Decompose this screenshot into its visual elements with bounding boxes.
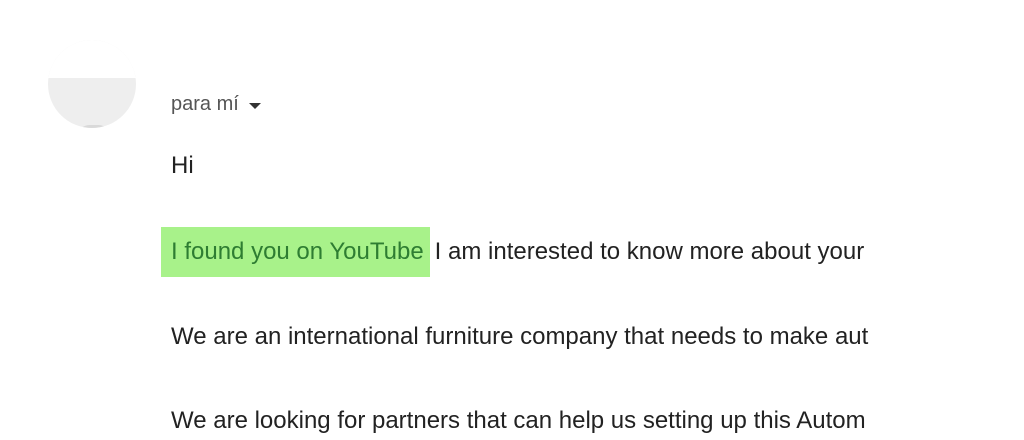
message-line-1: I found you on YouTube I am interested to… (161, 227, 865, 277)
highlighted-text: I found you on YouTube (161, 227, 430, 277)
recipient-details-toggle[interactable]: para mí (171, 90, 261, 118)
sender-avatar[interactable] (48, 40, 136, 128)
message-greeting: Hi (171, 152, 194, 179)
email-view: para mí Hi I found you on YouTube I am in… (0, 0, 1024, 440)
chevron-down-icon[interactable] (248, 102, 261, 109)
avatar-mask (48, 40, 136, 78)
message-line-1-rest: I am interested to know more about your (434, 238, 865, 265)
message-line-3: We are looking for partners that can hel… (171, 407, 866, 434)
avatar-silhouette (77, 125, 111, 128)
message-line-2: We are an international furniture compan… (171, 323, 869, 350)
recipient-label: para mí (171, 93, 239, 115)
